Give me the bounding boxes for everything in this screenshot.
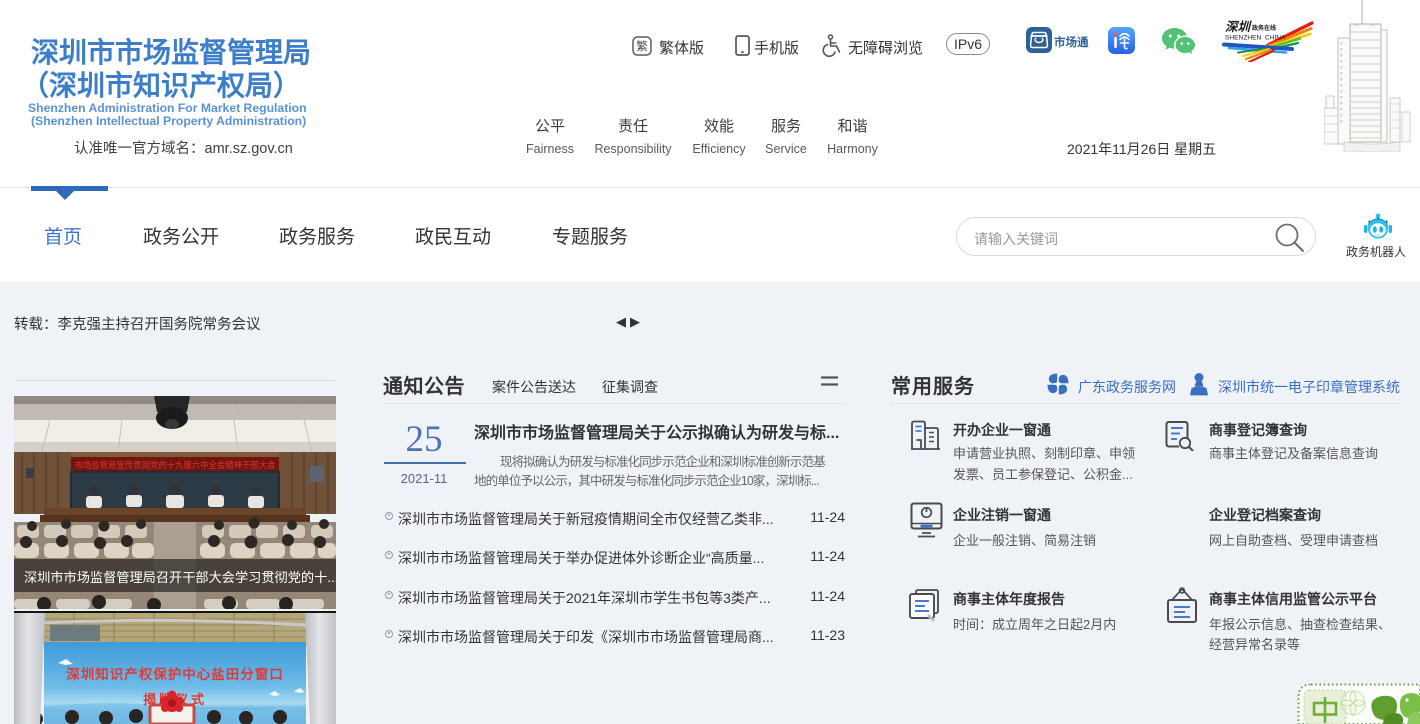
svg-text:深圳知识产权保护中心盐田分窗口: 深圳知识产权保护中心盐田分窗口 (66, 666, 284, 682)
svg-text:深圳市市场监督管理局召开干部大会学习贯彻党的十...: 深圳市市场监督管理局召开干部大会学习贯彻党的十... (24, 569, 336, 585)
svg-text:SHENZHEN CHINA: SHENZHEN CHINA (1225, 35, 1286, 42)
svg-text:政务在线: 政务在线 (1252, 24, 1276, 32)
svg-text:深圳: 深圳 (1225, 20, 1253, 34)
svg-text:市场监管局宣传贯彻党的十九届六中全会精神干部大会: 市场监管局宣传贯彻党的十九届六中全会精神干部大会 (75, 460, 277, 470)
svg-text:繁: 繁 (636, 39, 648, 53)
